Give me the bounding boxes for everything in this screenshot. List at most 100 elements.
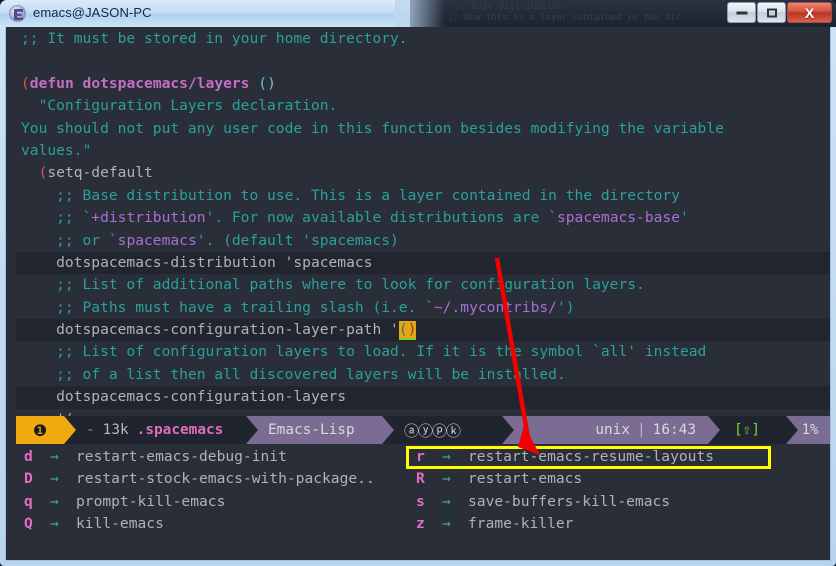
which-key-entry[interactable]: d → restart-emacs-debug-init [24, 446, 375, 468]
code-token: ') [556, 298, 575, 316]
which-key-prompt-prefix: SPC q- [94, 560, 147, 561]
code-token: ;; It must be stored in your home direct… [21, 30, 408, 47]
which-key-entry[interactable]: z → frame-killer [416, 513, 714, 535]
code-token: dotspacemacs/layers [82, 74, 250, 92]
code-line: ;; `+distribution'. For now available di… [16, 207, 830, 229]
modeline-window-number[interactable]: ❶ [16, 416, 64, 444]
minimize-button[interactable] [727, 2, 756, 23]
emacs-window: ;; Base distribution ;; Now this is a la… [0, 0, 836, 566]
emacs-frame: ;; It must be stored in your home direct… [5, 27, 831, 561]
which-key-entry[interactable]: Q → kill-emacs [24, 513, 375, 535]
modeline: ❶ - 13k .spacemacs Emacs-Lisp ⓐⓨⓟⓚ unix … [16, 416, 830, 444]
titlebar-fade [395, 0, 445, 27]
code-line: ;; or `spacemacs'. (default 'spacemacs) [16, 230, 830, 252]
which-key-entry[interactable]: s → save-buffers-kill-emacs [416, 491, 714, 513]
arrow-icon: → [50, 470, 59, 488]
close-button[interactable]: X [787, 2, 832, 23]
code-token: ;; List of configuration layers to load.… [21, 343, 707, 361]
arrow-icon: → [50, 448, 59, 465]
code-token: '. For now available distributions are ` [205, 209, 557, 227]
modeline-time: 16:43 [652, 422, 696, 438]
code-token: "Configuration Layers declaration. [21, 97, 338, 115]
which-key-keybinding: Q [24, 515, 33, 533]
which-key-panel: d → restart-emacs-debug-init D → restart-stoc… [16, 444, 826, 561]
which-key-highlight-box [406, 446, 771, 469]
code-token: setq-default [47, 164, 153, 182]
emacs-icon [9, 5, 26, 22]
arrow-icon: → [442, 470, 451, 488]
modeline-sep-3 [382, 416, 394, 444]
which-key-keybinding: R [416, 470, 425, 488]
modeline-center-segment: unix | 16:43 [502, 416, 708, 444]
code-token: ( [258, 74, 268, 92]
code-token: spacemacs [117, 231, 197, 249]
which-key-command: frame-killer [468, 515, 574, 533]
which-key-entry[interactable]: q → prompt-kill-emacs [24, 491, 375, 513]
text-cursor: () [398, 321, 417, 341]
code-line: ;; List of additional paths where to loo… [16, 274, 830, 296]
modeline-encoding: unix [595, 422, 630, 438]
code-buffer[interactable]: ;; It must be stored in your home direct… [16, 27, 830, 428]
code-token: ' [680, 209, 689, 227]
which-key-command: restart-stock-emacs-with-package.. [76, 470, 375, 488]
which-key-entry[interactable]: D → restart-stock-emacs-with-package.. [24, 468, 375, 490]
code-line: You should not put any user code in this… [16, 118, 830, 140]
modeline-buffer-size: 13k [102, 422, 129, 438]
code-token: ;; Base distribution to use. This is a l… [21, 186, 680, 204]
modeline-minor-flags[interactable]: ⓐⓨⓟⓚ [382, 416, 502, 444]
window-titlebar[interactable]: ;; Base distribution ;; Now this is a la… [0, 0, 836, 27]
modeline-sep-1 [64, 416, 76, 444]
code-token: dotspacemacs-configuration-layers [21, 388, 347, 406]
code-line: ;; of a list then all discovered layers … [16, 364, 830, 386]
modeline-sep-4 [502, 416, 514, 444]
modeline-sep-2 [246, 416, 258, 444]
code-token: ;; of a list then all discovered layers … [21, 365, 566, 383]
code-line: (defun dotspacemacs/layers () [16, 73, 830, 95]
which-key-keybinding: q [24, 492, 33, 510]
modeline-separator-glyph: | [637, 422, 646, 438]
code-token: '. (default 'spacemacs) [196, 231, 399, 249]
code-token: ;; List of additional paths where to loo… [21, 276, 645, 294]
which-key-keybinding: s [416, 492, 425, 510]
which-key-entry[interactable]: R → restart-emacs [416, 468, 714, 490]
which-key-keybinding: D [24, 470, 33, 488]
arrow-icon: → [442, 515, 451, 533]
modeline-sep-5 [708, 416, 720, 444]
code-line: ;; Base distribution to use. This is a l… [16, 185, 830, 207]
arrow-icon: → [50, 515, 59, 533]
close-icon: X [804, 4, 815, 21]
which-key-command: kill-emacs [76, 515, 164, 533]
window-title: emacs@JASON-PC [33, 5, 152, 20]
code-line: ;; Paths must have a trailing slash (i.e… [16, 297, 830, 319]
which-key-prompt: SPC q- quit [C-h paging/help] [24, 536, 349, 561]
code-token: defun [29, 74, 74, 92]
code-line: dotspacemacs-configuration-layers [16, 386, 830, 409]
code-token: ) [267, 74, 276, 92]
code-token: ( [21, 74, 30, 92]
code-token: spacemacs-base [556, 209, 680, 227]
code-line: (setq-default [16, 162, 830, 184]
window-controls: X [727, 2, 832, 23]
code-token: ;; or ` [21, 231, 118, 249]
code-line: dotspacemacs-distribution 'spacemacs [16, 251, 830, 275]
code-line: values." [16, 140, 830, 162]
modeline-buffer-segment[interactable]: - 13k .spacemacs [64, 416, 246, 444]
which-key-command: prompt-kill-emacs [76, 492, 226, 510]
code-token: ;; Paths must have a trailing slash (i.e… [21, 298, 434, 316]
code-line: ;; It must be stored in your home direct… [16, 28, 830, 50]
titlebar-ghost-text-1: ;; Base distribution [455, 2, 564, 12]
left-fringe [6, 27, 16, 560]
code-line: dotspacemacs-configuration-layer-path '(… [16, 319, 830, 342]
which-key-command: restart-emacs-debug-init [76, 448, 287, 465]
code-token: dotspacemacs-configuration-layer-path ' [21, 321, 399, 339]
arrow-icon: → [50, 492, 59, 510]
modeline-major-mode[interactable]: Emacs-Lisp [246, 416, 382, 444]
code-token: You should not put any user code in this… [21, 119, 724, 137]
modeline-modified-flag: - [86, 422, 95, 438]
maximize-button[interactable] [757, 2, 786, 23]
titlebar-ghost-text-2: ;; Now this is a layer contained in the … [448, 13, 681, 23]
